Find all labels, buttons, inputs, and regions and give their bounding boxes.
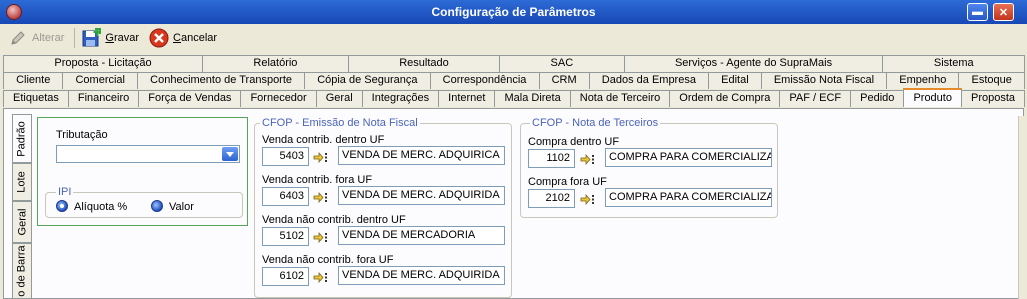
tab-paf-ecf[interactable]: PAF / ECF [779, 90, 852, 107]
title-bar: Configuração de Parâmetros ▬ ✕ [0, 0, 1027, 24]
side-tab-padrao[interactable]: Padrão [12, 114, 32, 163]
window-title: Configuração de Parâmetros [431, 5, 596, 19]
tab-comercial[interactable]: Comercial [62, 72, 139, 89]
cfop-row-label: Venda contrib. dentro UF [262, 134, 385, 146]
lookup-icon[interactable] [580, 192, 596, 206]
cfop-code-input[interactable]: 6102 [262, 267, 309, 286]
tab-pedido[interactable]: Pedido [850, 90, 905, 107]
tab-sac[interactable]: SAC [499, 55, 625, 72]
toolbar: Alterar Gravar Cancelar [0, 24, 1027, 52]
ipi-aliquota-radio[interactable] [56, 200, 68, 212]
tab-proposta[interactable]: Proposta [960, 90, 1026, 107]
tab-proposta-licitacao[interactable]: Proposta - Licitação [3, 55, 203, 72]
ipi-legend: IPI [56, 186, 74, 198]
ipi-valor-radio[interactable] [151, 200, 163, 212]
lookup-icon[interactable] [580, 152, 596, 166]
lookup-icon[interactable] [313, 270, 329, 284]
tab-sistema[interactable]: Sistema [882, 55, 1025, 72]
lookup-icon[interactable] [313, 190, 329, 204]
side-tab-label: Padrão [16, 120, 29, 157]
pencil-icon [8, 28, 28, 48]
ipi-aliquota-label: Alíquota % [74, 201, 128, 213]
tab-geral[interactable]: Geral [315, 90, 363, 107]
cfop-row-label: Venda não contrib. fora UF [262, 254, 394, 266]
alterar-button[interactable]: Alterar [8, 27, 64, 49]
cfop-nf-legend: CFOP - Emissão de Nota Fiscal [260, 117, 420, 129]
alterar-label: Alterar [32, 32, 65, 44]
side-tab-geral[interactable]: Geral [12, 201, 32, 243]
tab-internet[interactable]: Internet [438, 90, 496, 107]
cfop-description-field: COMPRA PARA COMERCIALIZA [605, 148, 772, 167]
tab-emissao-nota-fiscal[interactable]: Emissão Nota Fiscal [760, 72, 888, 89]
cfop-description-field: VENDA DE MERC. ADQUIRIDA [338, 266, 505, 285]
tab-ordem-de-compra[interactable]: Ordem de Compra [669, 90, 781, 107]
tab-integracoes[interactable]: Integrações [361, 90, 440, 107]
tab-correspondencia[interactable]: Correspondência [429, 72, 540, 89]
gravar-button[interactable]: Gravar [81, 27, 139, 49]
close-button[interactable]: ✕ [993, 3, 1014, 21]
save-icon [81, 28, 102, 48]
side-tab-codigo-barra[interactable]: o de Barra [12, 243, 32, 299]
side-tab-lote[interactable]: Lote [12, 163, 32, 201]
tab-mala-direta[interactable]: Mala Direta [494, 90, 571, 107]
tab-dados-da-empresa[interactable]: Dados da Empresa [588, 72, 710, 89]
cancelar-label: Cancelar [173, 32, 218, 44]
cfop-description-field: COMPRA PARA COMERCIALIZA [605, 188, 772, 207]
cfop-row-label: Compra dentro UF [528, 136, 620, 148]
cfop-terceiros-legend: CFOP - Nota de Terceiros [530, 117, 661, 129]
cfop-code-input[interactable]: 6403 [262, 187, 309, 206]
cfop-description-field: VENDA DE MERC. ADQUIRICA [338, 146, 505, 165]
app-icon [6, 4, 22, 20]
tab-empenho[interactable]: Empenho [886, 72, 960, 89]
cfop-code-input[interactable]: 2102 [528, 189, 575, 208]
tab-relatorio[interactable]: Relatório [202, 55, 349, 72]
toolbar-separator [74, 28, 76, 48]
tab-nota-de-terceiro[interactable]: Nota de Terceiro [569, 90, 671, 107]
ipi-valor-label: Valor [169, 201, 194, 213]
tab-estoque[interactable]: Estoque [958, 72, 1025, 89]
tab-copia-de-seguranca[interactable]: Cópia de Segurança [304, 72, 431, 89]
lookup-icon[interactable] [313, 230, 329, 244]
side-tab-label: Lote [16, 171, 29, 193]
tab-row-2: Cliente Comercial Conhecimento de Transpor… [3, 72, 1025, 89]
tributacao-label: Tributação [56, 129, 108, 141]
gravar-label: Gravar [105, 32, 140, 44]
cancel-icon [149, 28, 169, 48]
tab-etiquetas[interactable]: Etiquetas [3, 90, 69, 107]
cancelar-text: ancelar [180, 32, 218, 44]
cfop-row-label: Compra fora UF [528, 176, 607, 188]
gravar-text: ravar [113, 32, 140, 44]
tab-fornecedor[interactable]: Fornecedor [240, 90, 317, 107]
cfop-code-input[interactable]: 5403 [262, 147, 309, 166]
tab-financeiro[interactable]: Financeiro [67, 90, 140, 107]
tab-row-3: Etiquetas Financeiro Força de Vendas Fornec… [3, 88, 1026, 107]
cfop-description-field: VENDA DE MERCADORIA [338, 226, 505, 245]
tab-crm[interactable]: CRM [538, 72, 590, 89]
tab-conhecimento-de-transporte[interactable]: Conhecimento de Transporte [137, 72, 306, 89]
cfop-description-field: VENDA DE MERC. ADQUIRIDA [338, 186, 505, 205]
tributacao-select[interactable] [56, 145, 240, 163]
side-tab-label: Geral [16, 208, 28, 236]
cancelar-button[interactable]: Cancelar [149, 27, 217, 49]
lookup-icon[interactable] [313, 150, 329, 164]
chevron-down-icon[interactable] [222, 147, 238, 161]
side-tab-label: o de Barra [16, 245, 28, 297]
cfop-row-label: Venda não contrib. dentro UF [262, 214, 406, 226]
cfop-code-input[interactable]: 5102 [262, 227, 309, 246]
cfop-row-label: Venda contrib. fora UF [262, 174, 373, 186]
tab-servicos-agente-do-supramais[interactable]: Serviços - Agente do SupraMais [623, 55, 884, 72]
tab-row-1: Proposta - Licitação Relatório Resultado SA… [3, 55, 1025, 72]
tab-edital[interactable]: Edital [708, 72, 762, 89]
tab-resultado[interactable]: Resultado [347, 55, 501, 72]
tab-produto[interactable]: Produto [903, 88, 962, 107]
cfop-code-input[interactable]: 1102 [528, 149, 575, 168]
tab-forca-de-vendas[interactable]: Força de Vendas [138, 90, 242, 107]
tab-cliente[interactable]: Cliente [3, 72, 64, 89]
vertical-scrollbar[interactable] [1018, 116, 1025, 299]
minimize-button[interactable]: ▬ [967, 3, 988, 21]
